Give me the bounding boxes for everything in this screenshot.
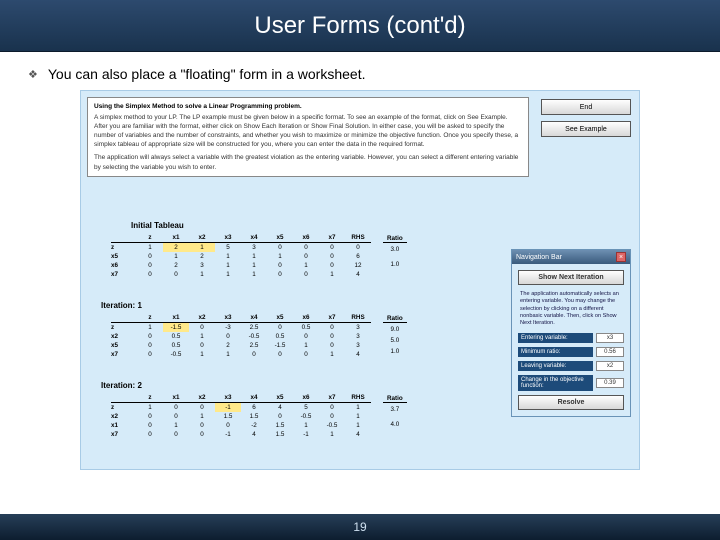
- initial-tableau: zx1x2x3x4x5x6x7RHSz121530000x5012111006x…: [111, 233, 371, 279]
- instruction-panel: Using the Simplex Method to solve a Line…: [87, 97, 529, 177]
- iter1-tableau: zx1x2x3x4x5x6x7RHSz1-1.50-32.500.503x200…: [111, 313, 371, 359]
- obj-change-row: Change in the objective function: 0.39: [518, 375, 624, 391]
- iter2-title: Iteration: 2: [101, 381, 142, 390]
- minimum-ratio-value[interactable]: 0.56: [596, 347, 624, 357]
- instruction-p1: A simplex method to your LP. The LP exam…: [94, 113, 522, 149]
- page-number: 19: [353, 520, 366, 534]
- iter1-ratio: Ratio9.05.01.0: [381, 313, 409, 358]
- minimum-ratio-row: Minimum ratio: 0.56: [518, 347, 624, 357]
- slide-title: User Forms (cont'd): [0, 0, 720, 52]
- navbar-note: The application automatically selects an…: [518, 289, 624, 329]
- bullet-diamond-icon: ❖: [28, 69, 38, 81]
- leaving-variable-value[interactable]: x2: [596, 361, 624, 371]
- slide-footer: 19: [0, 514, 720, 540]
- iter2-tableau: zx1x2x3x4x5x6x7RHSz100-164501x20011.51.5…: [111, 393, 371, 439]
- close-icon[interactable]: ×: [616, 252, 626, 262]
- obj-change-value[interactable]: 0.39: [596, 378, 624, 388]
- instruction-heading: Using the Simplex Method to solve a Line…: [94, 102, 522, 111]
- initial-ratio: Ratio3.01.0: [381, 233, 409, 271]
- see-example-button[interactable]: See Example: [541, 121, 631, 137]
- minimum-ratio-label: Minimum ratio:: [518, 347, 593, 357]
- navbar-body: Show Next Iteration The application auto…: [512, 264, 630, 416]
- leaving-variable-label: Leaving variable:: [518, 361, 593, 371]
- show-next-iteration-button[interactable]: Show Next Iteration: [518, 270, 624, 285]
- bullet-text: You can also place a "floating" form in …: [48, 66, 366, 82]
- worksheet-screenshot: Using the Simplex Method to solve a Line…: [80, 90, 640, 470]
- leaving-variable-row: Leaving variable: x2: [518, 361, 624, 371]
- initial-tableau-title: Initial Tableau: [131, 221, 184, 230]
- slide-bullet: ❖ You can also place a "floating" form in…: [0, 52, 720, 90]
- navbar-titlebar[interactable]: Navigation Bar ×: [512, 250, 630, 264]
- iter1-title: Iteration: 1: [101, 301, 142, 310]
- navigation-bar-form[interactable]: Navigation Bar × Show Next Iteration The…: [511, 249, 631, 417]
- end-button[interactable]: End: [541, 99, 631, 115]
- iter2-ratio: Ratio3.74.0: [381, 393, 409, 431]
- resolve-button[interactable]: Resolve: [518, 395, 624, 410]
- entering-variable-row: Entering variable: x3: [518, 333, 624, 343]
- entering-variable-value[interactable]: x3: [596, 333, 624, 343]
- obj-change-label: Change in the objective function:: [518, 375, 593, 391]
- entering-variable-label: Entering variable:: [518, 333, 593, 343]
- navbar-title-text: Navigation Bar: [516, 254, 562, 261]
- instruction-p2: The application will always select a var…: [94, 153, 522, 171]
